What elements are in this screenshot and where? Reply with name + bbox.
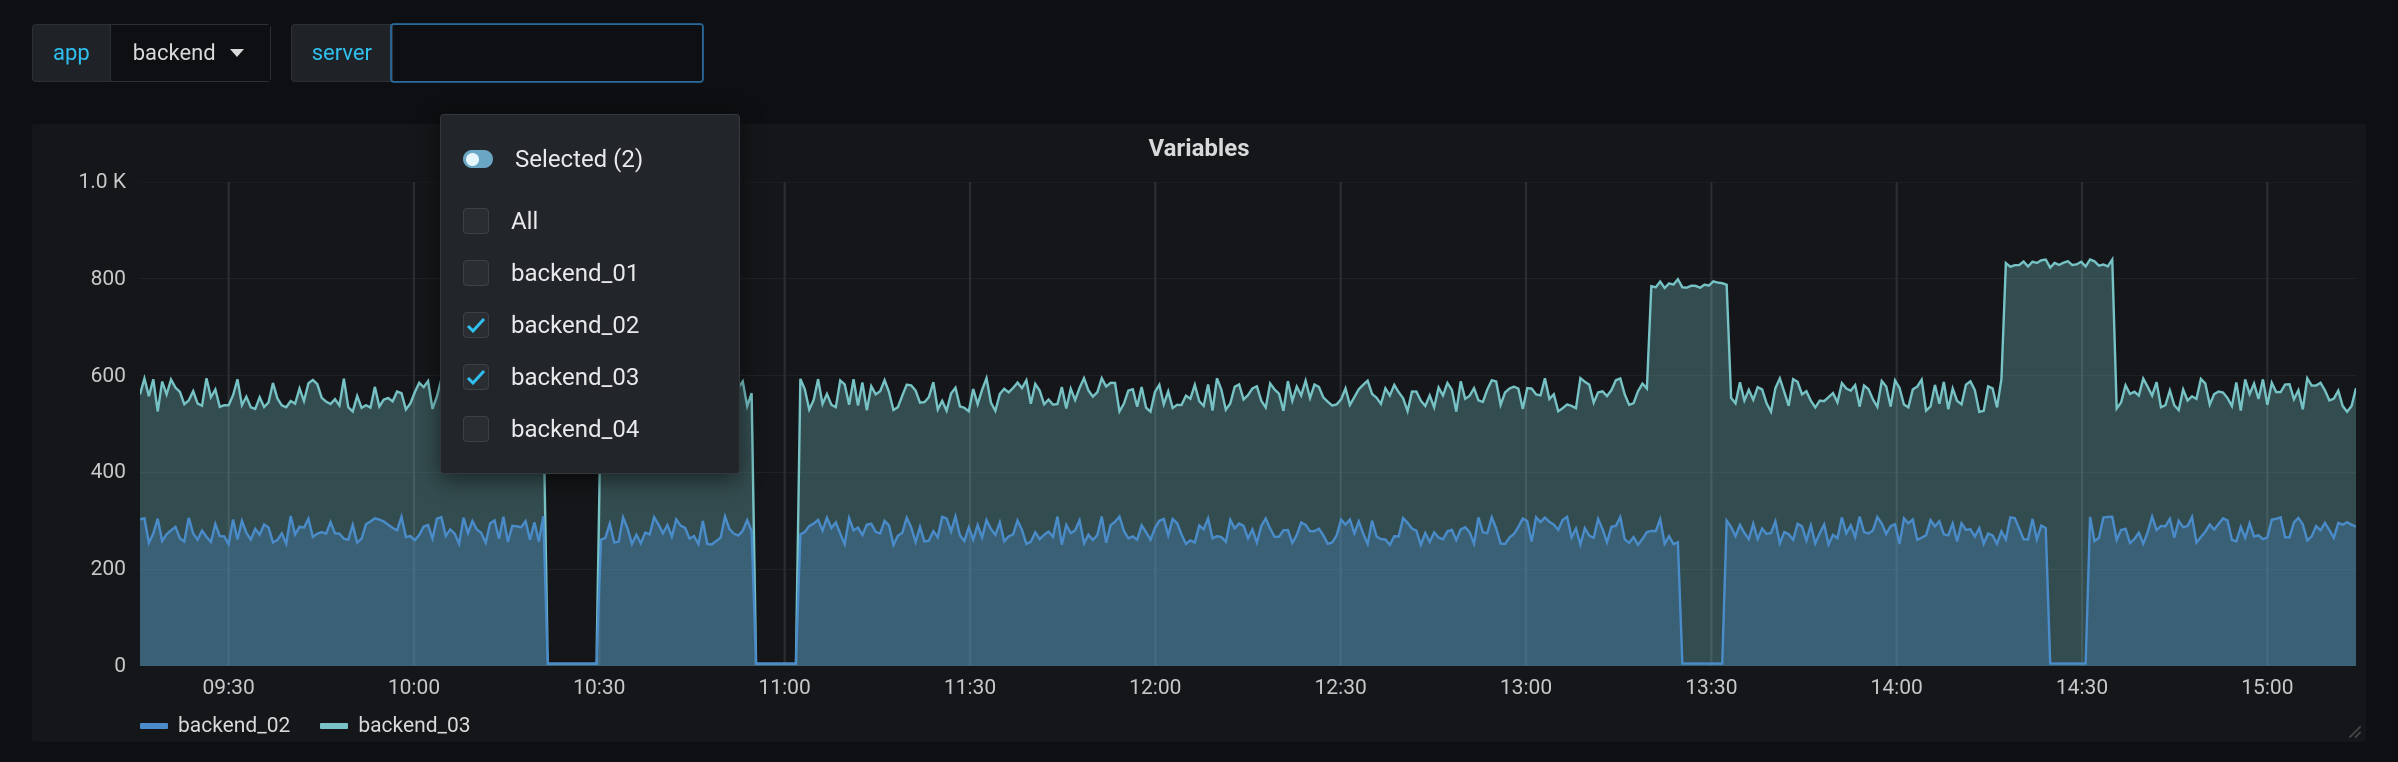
x-tick-label: 14:30 — [2056, 676, 2108, 700]
y-axis: 0 200 400 600 800 1.0 K — [32, 124, 138, 742]
server-dropdown-menu: Selected (2) All backend_01 backend_02bac… — [440, 114, 740, 474]
y-tick-label: 600 — [91, 364, 126, 388]
x-tick-label: 09:30 — [202, 676, 254, 700]
checkbox-checked-icon — [463, 364, 489, 390]
panel-title: Variables — [32, 134, 2366, 162]
x-tick-label: 12:30 — [1315, 676, 1367, 700]
dropdown-option[interactable]: backend_01 — [441, 247, 739, 299]
x-tick-label: 13:30 — [1685, 676, 1737, 700]
y-tick-label: 800 — [91, 267, 126, 291]
variable-app-dropdown[interactable]: backend — [110, 25, 270, 81]
variable-app: app backend — [32, 24, 271, 82]
x-tick-label: 15:00 — [2241, 676, 2293, 700]
dropdown-option-label: backend_04 — [511, 415, 639, 443]
x-tick-label: 10:30 — [573, 676, 625, 700]
dropdown-option[interactable]: backend_02 — [441, 299, 739, 351]
checkbox-icon — [463, 416, 489, 442]
x-tick-label: 12:00 — [1129, 676, 1181, 700]
dropdown-option[interactable]: backend_03 — [441, 351, 739, 403]
dropdown-selected-header[interactable]: Selected (2) — [441, 133, 739, 185]
x-tick-label: 10:00 — [388, 676, 440, 700]
legend-swatch-icon — [140, 723, 168, 729]
dropdown-option-label: backend_03 — [511, 363, 639, 391]
y-tick-label: 0 — [114, 654, 126, 678]
y-tick-label: 200 — [91, 557, 126, 581]
legend-item[interactable]: backend_03 — [320, 714, 470, 738]
variable-bar: app backend server — [32, 24, 2366, 82]
variable-server-dropdown[interactable] — [392, 25, 702, 81]
chart-legend: backend_02 backend_03 — [140, 714, 471, 738]
variable-app-value: backend — [133, 41, 216, 66]
resize-handle-icon[interactable] — [2348, 724, 2362, 738]
dropdown-selected-count: Selected (2) — [515, 145, 643, 173]
checkbox-icon — [463, 260, 489, 286]
legend-label: backend_02 — [178, 714, 290, 738]
y-tick-label: 400 — [91, 460, 126, 484]
x-tick-label: 14:00 — [1871, 676, 1923, 700]
toggle-icon — [463, 150, 493, 168]
x-axis: 09:30 10:00 10:30 11:00 11:30 12:00 12:30 13:00… — [140, 676, 2356, 706]
y-tick-label: 1.0 K — [78, 170, 126, 194]
dropdown-option-label: All — [511, 207, 538, 235]
x-tick-label: 11:00 — [758, 676, 810, 700]
x-tick-label: 13:00 — [1500, 676, 1552, 700]
variable-server: server — [291, 24, 703, 82]
dropdown-option[interactable]: backend_04 — [441, 403, 739, 455]
x-tick-label: 11:30 — [944, 676, 996, 700]
checkbox-icon — [463, 208, 489, 234]
dropdown-option-label: backend_01 — [511, 259, 639, 287]
legend-label: backend_03 — [358, 714, 470, 738]
chevron-down-icon — [230, 49, 244, 57]
legend-swatch-icon — [320, 723, 348, 729]
panel-variables: Variables 0 200 400 600 800 1.0 K 09:30 10:00 1… — [32, 124, 2366, 742]
variable-app-label: app — [33, 25, 110, 81]
checkbox-checked-icon — [463, 312, 489, 338]
dropdown-option-label: backend_02 — [511, 311, 639, 339]
dropdown-option-all[interactable]: All — [441, 195, 739, 247]
variable-server-label: server — [292, 25, 392, 81]
legend-item[interactable]: backend_02 — [140, 714, 290, 738]
